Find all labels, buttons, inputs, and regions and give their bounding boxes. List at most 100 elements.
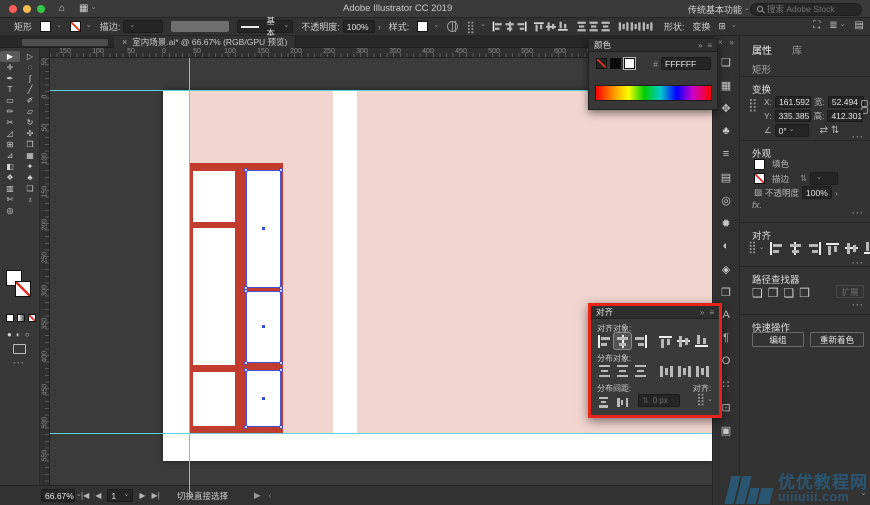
anchor-point[interactable] bbox=[244, 168, 248, 172]
panel-artboards-icon[interactable]: ▦ bbox=[718, 78, 734, 92]
eraser-tool[interactable]: ▱ bbox=[20, 106, 40, 117]
color-button[interactable] bbox=[6, 314, 14, 322]
anchor-point[interactable] bbox=[262, 325, 265, 328]
anchor-point[interactable] bbox=[279, 361, 283, 365]
pathfinder-more-icon[interactable] bbox=[852, 300, 864, 311]
color-collapse-icon[interactable]: » bbox=[698, 41, 702, 50]
close-document-icon[interactable]: × bbox=[122, 37, 127, 47]
horizontal-align-right-button[interactable] bbox=[806, 240, 823, 256]
panel-gradient-icon[interactable]: ▤ bbox=[718, 170, 734, 184]
home-icon[interactable]: ⌂ bbox=[59, 3, 65, 14]
scale-tool[interactable]: ◿ bbox=[0, 128, 20, 139]
select-similar-icon[interactable]: ⛶ bbox=[813, 20, 820, 31]
panel-stroke-icon[interactable]: ≡ bbox=[718, 147, 734, 161]
panel-symbols-icon[interactable]: ♣ bbox=[718, 124, 734, 138]
pathfinder-exclude-button[interactable]: ❒ bbox=[799, 286, 810, 300]
horizontal-distribute-center-button[interactable] bbox=[676, 363, 693, 379]
minimize-window-button[interactable] bbox=[23, 5, 31, 13]
gradient-button[interactable] bbox=[17, 314, 25, 322]
align-menu-icon[interactable]: ≡ bbox=[709, 308, 714, 317]
document-info-icon[interactable]: ▤ bbox=[855, 20, 864, 31]
symbol-sprayer-tool[interactable]: ♣ bbox=[20, 172, 40, 183]
status-back-icon[interactable]: ‹ bbox=[269, 490, 272, 501]
vertical-distribute-center-button[interactable] bbox=[614, 363, 631, 379]
align-more-icon[interactable] bbox=[852, 258, 864, 269]
vertical-align-center-button[interactable] bbox=[844, 240, 861, 256]
group-button[interactable]: 编组 bbox=[752, 332, 804, 347]
horizontal-distribute-space-button[interactable] bbox=[615, 394, 632, 410]
vertical-align-top-button[interactable] bbox=[658, 333, 675, 349]
color-stroke-swatch[interactable] bbox=[596, 58, 607, 69]
column-graph-tool[interactable]: ▥ bbox=[0, 183, 20, 194]
draw-behind-icon[interactable]: ◐ bbox=[16, 330, 21, 339]
opacity-field[interactable]: 100% bbox=[343, 20, 375, 33]
pathfinder-intersect-button[interactable]: ❑ bbox=[784, 286, 795, 300]
anchor-point[interactable] bbox=[244, 425, 248, 429]
document-tab[interactable]: × 室内场景.ai* @ 66.67% (RGB/GPU 预览) bbox=[114, 36, 296, 48]
draw-inside-icon[interactable]: ○ bbox=[25, 330, 30, 339]
last-artboard-icon[interactable]: ▶| bbox=[152, 491, 160, 500]
panel-brushes-icon[interactable]: ✥ bbox=[718, 101, 734, 115]
color-menu-icon[interactable]: ≡ bbox=[707, 41, 712, 50]
stroke-color-swatch[interactable] bbox=[70, 21, 92, 32]
line-segment-tool[interactable]: ╱ bbox=[20, 84, 40, 95]
horizontal-align-left-button[interactable] bbox=[768, 240, 785, 256]
selected-rect-2[interactable] bbox=[247, 292, 280, 362]
vertical-distribute-space-button[interactable] bbox=[596, 394, 613, 410]
appearance-fill-swatch[interactable] bbox=[754, 159, 765, 170]
align-to-dropdown[interactable]: ⣿ bbox=[696, 394, 713, 407]
vertical-align-center-button[interactable] bbox=[676, 333, 693, 349]
scissors-tool[interactable]: ✂ bbox=[0, 117, 20, 128]
panel-graphic-styles-icon[interactable]: ◐ bbox=[718, 239, 734, 253]
reference-point-icon[interactable]: ⣿ bbox=[466, 22, 486, 32]
panel-close-icon[interactable]: × bbox=[718, 38, 723, 47]
appearance-more-icon[interactable] bbox=[852, 208, 864, 219]
stroke-weight-dropdown[interactable] bbox=[810, 172, 838, 185]
selection-tool[interactable]: ▶ bbox=[0, 51, 20, 62]
mesh-tool[interactable]: ▦ bbox=[20, 150, 40, 161]
color-spectrum-bar[interactable] bbox=[595, 85, 712, 101]
expand-button[interactable]: 扩展 bbox=[836, 285, 864, 298]
gradient-tool[interactable]: ◧ bbox=[0, 161, 20, 172]
panel-pathfinder-icon[interactable]: ▣ bbox=[718, 423, 734, 437]
artboard-number-field[interactable]: 1 bbox=[107, 489, 133, 502]
first-artboard-icon[interactable]: |◀ bbox=[81, 491, 89, 500]
curvature-tool[interactable]: ∫ bbox=[20, 73, 40, 84]
vertical-distribute-bottom-button[interactable] bbox=[632, 363, 649, 379]
vertical-distribute-top-button[interactable] bbox=[596, 363, 613, 379]
anchor-point[interactable] bbox=[244, 289, 248, 293]
stroke-profile-dropdown[interactable] bbox=[171, 21, 229, 32]
align-collapse-icon[interactable]: » bbox=[700, 308, 704, 317]
fill-color-swatch[interactable] bbox=[40, 21, 62, 32]
status-forward-icon[interactable]: ▶ bbox=[254, 490, 261, 501]
none-button[interactable] bbox=[28, 314, 36, 322]
align-panel-title[interactable]: 对齐 bbox=[596, 306, 613, 318]
rotation-field[interactable]: 0° bbox=[775, 124, 809, 137]
close-window-button[interactable] bbox=[9, 5, 17, 13]
transform-more-icon[interactable] bbox=[852, 132, 864, 143]
align-options-icon[interactable]: ⣿ bbox=[748, 242, 765, 255]
tab-properties[interactable]: 属性 bbox=[752, 42, 772, 57]
horizontal-align-center-button[interactable] bbox=[787, 240, 804, 256]
opacity-options-icon[interactable]: › bbox=[835, 188, 838, 198]
perspective-grid-tool[interactable]: ⊿ bbox=[0, 150, 20, 161]
color-panel-title[interactable]: 颜色 bbox=[594, 39, 611, 51]
workspace-switcher[interactable]: 传统基本功能 bbox=[688, 3, 750, 16]
screen-mode-icon[interactable] bbox=[13, 344, 26, 354]
hand-tool[interactable]: ♁ bbox=[20, 194, 40, 205]
stroke-color-indicator[interactable] bbox=[15, 281, 31, 297]
horizontal-align-right-button[interactable] bbox=[632, 333, 649, 349]
panel-transparency-icon[interactable]: ◎ bbox=[718, 193, 734, 207]
fx-label[interactable]: fx. bbox=[752, 200, 762, 211]
anchor-point[interactable] bbox=[279, 168, 283, 172]
frame-window-3[interactable] bbox=[193, 372, 235, 426]
appearance-stroke-swatch[interactable] bbox=[754, 173, 765, 184]
flip-horizontal-icon[interactable]: ⇄ bbox=[820, 125, 828, 136]
blend-tool[interactable]: ❖ bbox=[0, 172, 20, 183]
zoom-tool[interactable]: ◎ bbox=[0, 205, 20, 216]
search-box[interactable] bbox=[750, 3, 862, 16]
panel-doc-info-icon[interactable]: ❏ bbox=[718, 55, 734, 69]
horizontal-align-center-button[interactable] bbox=[614, 333, 631, 349]
vertical-ruler[interactable]: 50050100150200250300350400450500550 bbox=[40, 58, 50, 485]
panel-appearance-icon[interactable]: ✹ bbox=[718, 216, 734, 230]
